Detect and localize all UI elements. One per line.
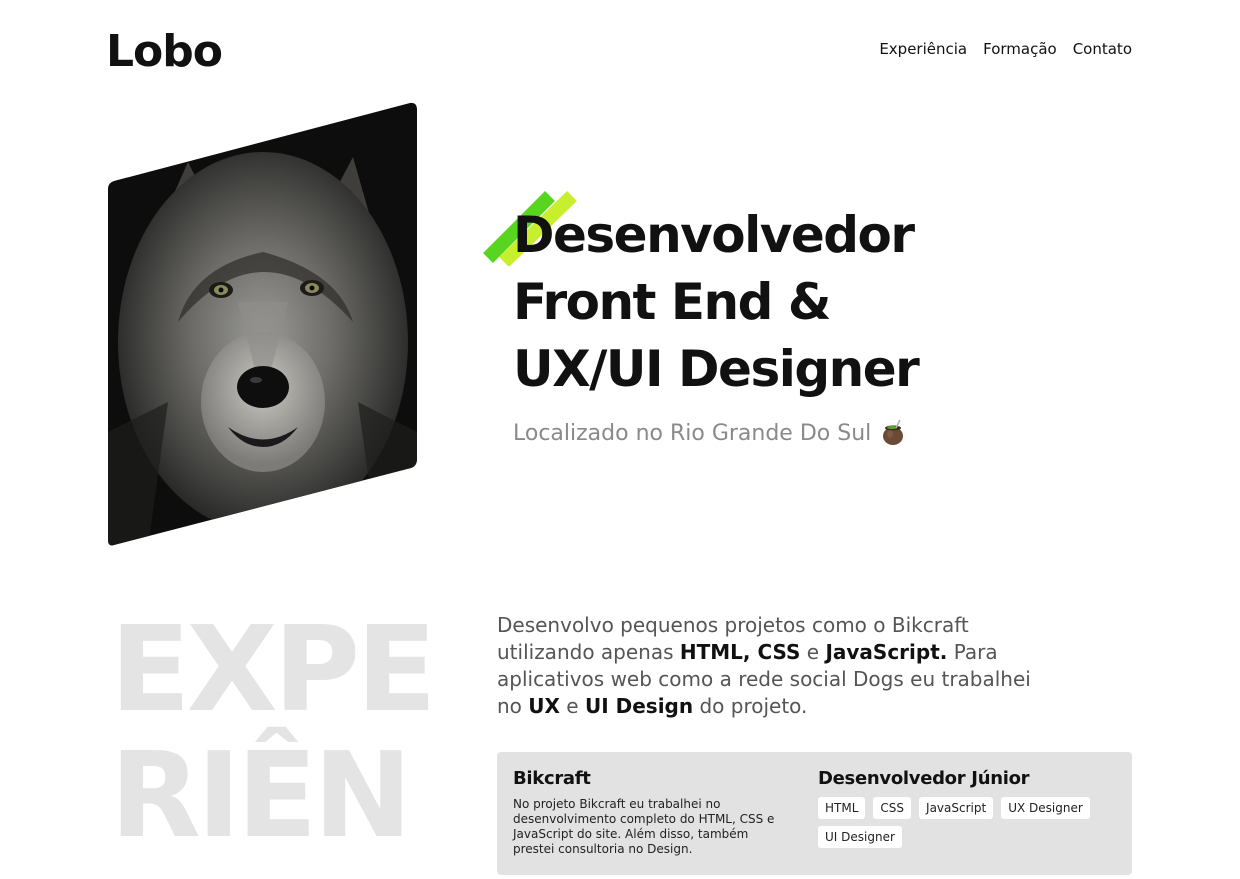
headline-line: UX/UI Designer xyxy=(513,340,920,398)
section-bg-word: EXPE RIÊN xyxy=(110,600,437,864)
experience-card: Bikcraft No projeto Bikcraft eu trabalhe… xyxy=(497,752,1132,875)
intro-highlight: HTML, CSS xyxy=(679,640,801,664)
skill-tag: CSS xyxy=(873,797,912,819)
location-label: Localizado no Rio Grande Do Sul xyxy=(513,420,872,446)
skill-tag: UX Designer xyxy=(1001,797,1090,819)
bg-word-line: EXPE xyxy=(110,600,437,738)
headline-line: Desenvolvedor xyxy=(513,206,915,264)
chimarrao-icon xyxy=(883,420,904,445)
card-project-description: No projeto Bikcraft eu trabalhei no dese… xyxy=(513,797,775,856)
intro-text: e xyxy=(800,640,826,664)
main-nav: Experiência Formação Contato xyxy=(879,40,1132,58)
location-text: Localizado no Rio Grande Do Sul xyxy=(513,420,905,446)
card-project-title: Bikcraft xyxy=(513,768,591,789)
intro-highlight: UI Design xyxy=(584,694,694,718)
skill-tag: JavaScript xyxy=(919,797,994,819)
wolf-portrait-image xyxy=(108,102,417,546)
nav-link-formacao[interactable]: Formação xyxy=(983,40,1057,58)
nav-link-experiencia[interactable]: Experiência xyxy=(879,40,967,58)
intro-text: do projeto. xyxy=(693,694,808,718)
site-logo[interactable]: Lobo xyxy=(106,26,223,77)
card-role-title: Desenvolvedor Júnior xyxy=(818,768,1030,789)
headline-line: Front End & xyxy=(513,273,831,331)
intro-highlight: UX xyxy=(528,694,560,718)
skill-tag: UI Designer xyxy=(818,826,902,848)
card-project: Bikcraft No projeto Bikcraft eu trabalhe… xyxy=(513,768,793,857)
intro-highlight: JavaScript. xyxy=(825,640,948,664)
card-role: Desenvolvedor Júnior HTML CSS JavaScript… xyxy=(818,768,1118,848)
experience-intro: Desenvolvo pequenos projetos como o Bikc… xyxy=(497,612,1057,720)
intro-text: e xyxy=(559,694,585,718)
skill-tags: HTML CSS JavaScript UX Designer UI Desig… xyxy=(818,797,1118,848)
nav-link-contato[interactable]: Contato xyxy=(1073,40,1132,58)
skill-tag: HTML xyxy=(818,797,866,819)
bg-word-line: RIÊN xyxy=(110,726,412,864)
hero-headline: Desenvolvedor Front End & UX/UI Designer xyxy=(513,202,920,403)
